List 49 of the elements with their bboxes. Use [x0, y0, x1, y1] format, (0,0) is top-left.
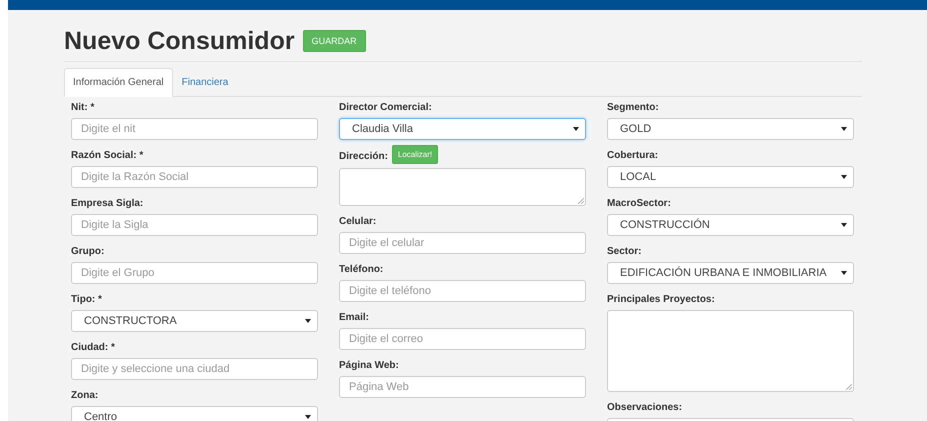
- caret-icon: [305, 415, 311, 419]
- field-label: Teléfono:: [339, 264, 384, 276]
- field-label: Observaciones:: [607, 402, 682, 414]
- tab[interactable]: Información General: [64, 68, 173, 97]
- input-field[interactable]: Digite el teléfono: [339, 280, 586, 302]
- tab[interactable]: Financiera: [172, 68, 238, 97]
- input-field[interactable]: Digite el nit: [71, 118, 318, 140]
- caret-icon: [841, 271, 847, 275]
- field-label: Segmento:: [607, 102, 659, 114]
- select-field[interactable]: CONSTRUCTORA: [71, 310, 318, 332]
- select-field[interactable]: LOCAL: [607, 166, 854, 188]
- text-area[interactable]: [339, 168, 586, 206]
- field-label: MacroSector:: [607, 198, 671, 210]
- field-label: Principales Proyectos:: [607, 294, 715, 306]
- field-label: Director Comercial:: [339, 102, 432, 114]
- select-field[interactable]: CONSTRUCCIÓN: [607, 214, 854, 236]
- field-label: Empresa Sigla:: [71, 198, 144, 210]
- field-label: Nit: *: [71, 102, 94, 114]
- field-label: Sector:: [607, 246, 642, 258]
- select-field[interactable]: Centro: [71, 406, 318, 421]
- input-field[interactable]: Digite la Razón Social: [71, 166, 318, 188]
- field-label: Dirección:: [339, 151, 388, 163]
- resize-grip-icon[interactable]: [578, 198, 584, 204]
- field-label: Razón Social: *: [71, 150, 144, 162]
- caret-icon: [841, 175, 847, 179]
- select-field[interactable]: EDIFICACIÓN URBANA E INMOBILIARIA: [607, 262, 854, 284]
- input-field[interactable]: Página Web: [339, 376, 586, 398]
- input-field[interactable]: Digite y seleccione una ciudad: [71, 358, 318, 380]
- caret-icon: [841, 223, 847, 227]
- page-title: Nuevo Consumidor: [64, 26, 295, 56]
- field-label: Grupo:: [71, 246, 104, 258]
- text-area[interactable]: [607, 310, 854, 392]
- caret-icon: [841, 127, 847, 131]
- caret-icon: [305, 319, 311, 323]
- field-label: Zona:: [71, 390, 98, 402]
- field-label: Tipo: *: [71, 294, 102, 306]
- resize-grip-icon[interactable]: [846, 384, 852, 390]
- field-label: Email:: [339, 312, 370, 324]
- select-field[interactable]: GOLD: [607, 118, 854, 140]
- field-label: Ciudad: *: [71, 342, 115, 354]
- input-field[interactable]: Digite el celular: [339, 232, 586, 254]
- input-field[interactable]: Digite el correo: [339, 328, 586, 350]
- field-label: Cobertura:: [607, 150, 658, 162]
- caret-icon: [573, 127, 579, 131]
- field-label: Celular:: [339, 216, 376, 228]
- field-label: Página Web:: [339, 360, 399, 372]
- input-field[interactable]: Digite el Grupo: [71, 262, 318, 284]
- input-field[interactable]: Digite la Sigla: [71, 214, 318, 236]
- select-field[interactable]: Claudia Villa: [339, 118, 586, 140]
